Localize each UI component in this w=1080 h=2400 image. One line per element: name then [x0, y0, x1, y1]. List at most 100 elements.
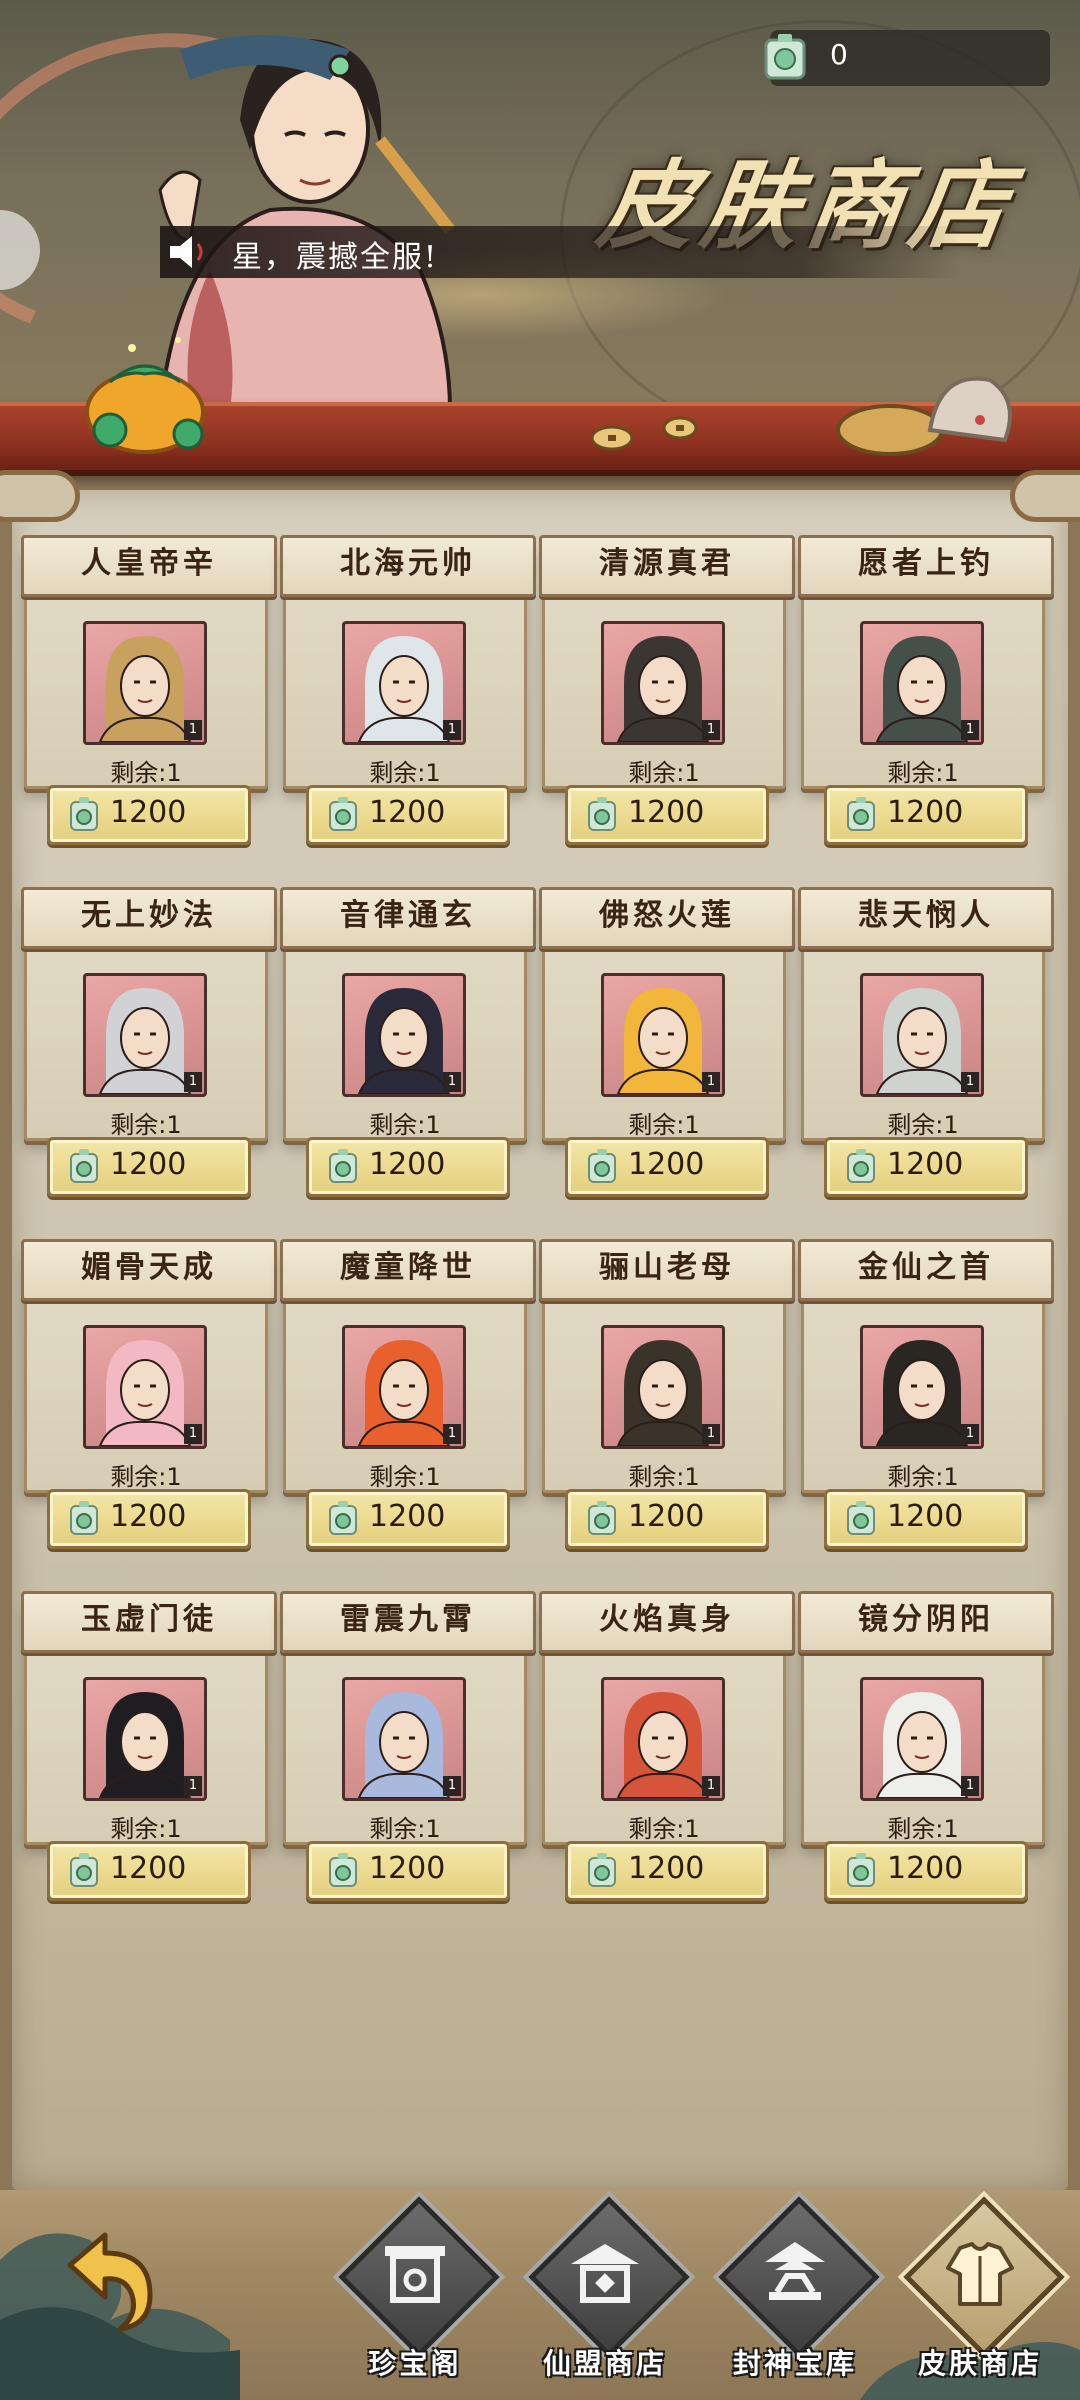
- stock-count-badge: 1: [443, 1072, 461, 1092]
- remaining-count: 剩余:1: [887, 1463, 959, 1491]
- skin-card[interactable]: 雷震九霄 1 剩余:1 1200: [280, 1591, 536, 1901]
- remaining-count: 剩余:1: [110, 1815, 182, 1843]
- skin-card[interactable]: 北海元帅 1 剩余:1 1200: [280, 535, 536, 845]
- skin-portrait[interactable]: 1: [601, 973, 725, 1097]
- skin-portrait[interactable]: 1: [860, 973, 984, 1097]
- jade-currency-icon: [70, 1149, 98, 1183]
- skin-portrait[interactable]: 1: [342, 621, 466, 745]
- vault-icon: [765, 2242, 825, 2300]
- remaining-count: 剩余:1: [887, 759, 959, 787]
- buy-price-button[interactable]: 1200: [306, 1137, 510, 1197]
- tab-label: 仙盟商店: [542, 2347, 667, 2380]
- buy-price-button[interactable]: 1200: [824, 1137, 1028, 1197]
- skin-portrait[interactable]: 1: [601, 1325, 725, 1449]
- remaining-count: 剩余:1: [369, 1111, 441, 1139]
- tab-label: 皮肤商店: [917, 2347, 1042, 2380]
- skin-title-bar: 音律通玄: [280, 887, 536, 949]
- skin-name: 佛怒火莲: [599, 898, 735, 933]
- stock-count-badge: 1: [961, 1776, 979, 1796]
- skin-card[interactable]: 骊山老母 1 剩余:1 1200: [539, 1239, 795, 1549]
- skin-name: 北海元帅: [340, 546, 476, 581]
- price-value: 1200: [887, 1851, 964, 1886]
- skin-card[interactable]: 音律通玄 1 剩余:1 1200: [280, 887, 536, 1197]
- skin-card[interactable]: 佛怒火莲 1 剩余:1 1200: [539, 887, 795, 1197]
- buy-price-button[interactable]: 1200: [824, 1489, 1028, 1549]
- tab-guild-shop[interactable]: 仙盟商店: [520, 2196, 690, 2400]
- skin-card[interactable]: 人皇帝辛 1 剩余:1 1200: [21, 535, 277, 845]
- remaining-count: 剩余:1: [369, 759, 441, 787]
- back-arrow-icon[interactable]: [50, 2225, 160, 2335]
- jade-currency-icon: [588, 797, 616, 831]
- price-value: 1200: [110, 1499, 187, 1534]
- money-bag-icon[interactable]: [70, 330, 220, 460]
- price-value: 1200: [887, 1147, 964, 1182]
- price-value: 1200: [887, 1499, 964, 1534]
- buy-price-button[interactable]: 1200: [565, 1137, 769, 1197]
- skin-name: 人皇帝辛: [81, 546, 217, 581]
- skin-card[interactable]: 火焰真身 1 剩余:1 1200: [539, 1591, 795, 1901]
- price-value: 1200: [887, 795, 964, 830]
- skin-card[interactable]: 镜分阴阳 1 剩余:1 1200: [798, 1591, 1054, 1901]
- skin-title-bar: 雷震九霄: [280, 1591, 536, 1653]
- skin-card[interactable]: 金仙之首 1 剩余:1 1200: [798, 1239, 1054, 1549]
- buy-price-button[interactable]: 1200: [565, 1841, 769, 1901]
- skin-portrait[interactable]: 1: [342, 1677, 466, 1801]
- buy-price-button[interactable]: 1200: [565, 785, 769, 845]
- skin-portrait[interactable]: 1: [601, 1677, 725, 1801]
- skin-name: 雷震九霄: [340, 1602, 476, 1637]
- stock-count-badge: 1: [702, 1424, 720, 1444]
- skin-portrait[interactable]: 1: [342, 1325, 466, 1449]
- stock-count-badge: 1: [184, 720, 202, 740]
- tab-vault[interactable]: 封神宝库: [710, 2196, 880, 2400]
- skin-title-bar: 火焰真身: [539, 1591, 795, 1653]
- stock-count-badge: 1: [184, 1424, 202, 1444]
- skin-portrait[interactable]: 1: [83, 621, 207, 745]
- skin-portrait[interactable]: 1: [601, 621, 725, 745]
- skin-name: 悲天悯人: [858, 898, 994, 933]
- skin-card[interactable]: 魔童降世 1 剩余:1 1200: [280, 1239, 536, 1549]
- skin-card[interactable]: 清源真君 1 剩余:1 1200: [539, 535, 795, 845]
- remaining-count: 剩余:1: [628, 1815, 700, 1843]
- tab-treasure-pavilion[interactable]: 珍宝阁: [330, 2196, 500, 2400]
- buy-price-button[interactable]: 1200: [824, 785, 1028, 845]
- skin-portrait[interactable]: 1: [860, 1677, 984, 1801]
- skin-card[interactable]: 无上妙法 1 剩余:1 1200: [21, 887, 277, 1197]
- buy-price-button[interactable]: 1200: [306, 785, 510, 845]
- price-value: 1200: [110, 795, 187, 830]
- skin-portrait[interactable]: 1: [83, 1325, 207, 1449]
- price-value: 1200: [110, 1147, 187, 1182]
- jade-currency-icon: [847, 797, 875, 831]
- buy-price-button[interactable]: 1200: [306, 1489, 510, 1549]
- buy-price-button[interactable]: 1200: [47, 1841, 251, 1901]
- buy-price-button[interactable]: 1200: [306, 1841, 510, 1901]
- skin-portrait[interactable]: 1: [342, 973, 466, 1097]
- buy-price-button[interactable]: 1200: [565, 1489, 769, 1549]
- remaining-count: 剩余:1: [628, 1111, 700, 1139]
- skin-portrait[interactable]: 1: [860, 621, 984, 745]
- skin-name: 镜分阴阳: [858, 1602, 994, 1637]
- buy-price-button[interactable]: 1200: [47, 785, 251, 845]
- skin-name: 魔童降世: [340, 1250, 476, 1285]
- skin-name: 媚骨天成: [81, 1250, 217, 1285]
- skin-title-bar: 镜分阴阳: [798, 1591, 1054, 1653]
- skin-title-bar: 人皇帝辛: [21, 535, 277, 597]
- skin-portrait[interactable]: 1: [83, 1677, 207, 1801]
- skin-card[interactable]: 媚骨天成 1 剩余:1 1200: [21, 1239, 277, 1549]
- skin-card[interactable]: 悲天悯人 1 剩余:1 1200: [798, 887, 1054, 1197]
- remaining-count: 剩余:1: [628, 759, 700, 787]
- buy-price-button[interactable]: 1200: [824, 1841, 1028, 1901]
- skin-portrait[interactable]: 1: [83, 973, 207, 1097]
- tab-skin-shop[interactable]: 皮肤商店: [895, 2196, 1065, 2400]
- remaining-count: 剩余:1: [110, 1111, 182, 1139]
- skin-card[interactable]: 愿者上钓 1 剩余:1 1200: [798, 535, 1054, 845]
- buy-price-button[interactable]: 1200: [47, 1137, 251, 1197]
- skin-title-bar: 悲天悯人: [798, 887, 1054, 949]
- buy-price-button[interactable]: 1200: [47, 1489, 251, 1549]
- skin-portrait[interactable]: 1: [860, 1325, 984, 1449]
- jade-currency-icon: [588, 1853, 616, 1887]
- jade-currency-icon: [588, 1149, 616, 1183]
- skin-name: 玉虚门徒: [81, 1602, 217, 1637]
- tab-label: 封神宝库: [732, 2347, 857, 2380]
- skin-card[interactable]: 玉虚门徒 1 剩余:1 1200: [21, 1591, 277, 1901]
- skin-title-bar: 玉虚门徒: [21, 1591, 277, 1653]
